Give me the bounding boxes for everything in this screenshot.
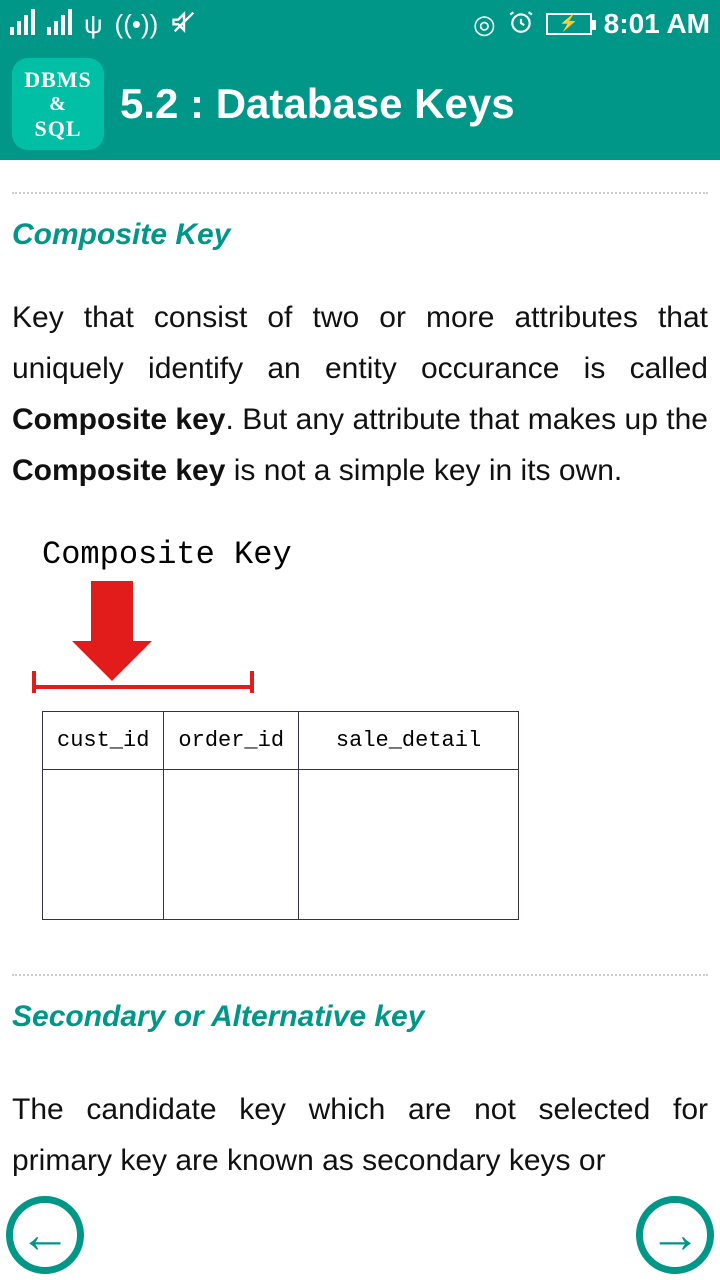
usb-icon: ψ bbox=[84, 11, 103, 37]
arrow-down-icon bbox=[2, 581, 222, 681]
signal-1-icon bbox=[10, 9, 35, 39]
composite-key-table: cust_id order_id sale_detail bbox=[42, 711, 519, 920]
figure-title: Composite Key bbox=[42, 536, 678, 573]
paragraph: The candidate key which are not selected… bbox=[12, 1084, 708, 1186]
divider bbox=[12, 192, 708, 194]
text-bold: Composite key bbox=[12, 454, 225, 487]
mute-icon bbox=[170, 8, 198, 40]
paragraph: Key that consist of two or more attribut… bbox=[12, 292, 708, 496]
section-heading-composite: Composite Key bbox=[12, 218, 708, 252]
app-icon-text: SQL bbox=[34, 116, 81, 142]
battery-icon: ⚡ bbox=[546, 13, 592, 35]
clock: 8:01 AM bbox=[604, 8, 710, 40]
prev-button[interactable]: ← bbox=[6, 1196, 84, 1274]
app-icon-text: DBMS bbox=[24, 67, 92, 93]
content[interactable]: Composite Key Key that consist of two or… bbox=[0, 160, 720, 1280]
text: . But any attribute that makes up the bbox=[225, 403, 708, 436]
bracket-icon bbox=[32, 677, 254, 695]
divider bbox=[12, 974, 708, 976]
table-header: sale_detail bbox=[299, 712, 519, 770]
signal-2-icon bbox=[47, 9, 72, 39]
next-button[interactable]: → bbox=[636, 1196, 714, 1274]
alarm-icon bbox=[508, 9, 534, 39]
page-title: 5.2 : Database Keys bbox=[120, 80, 515, 128]
target-icon: ◎ bbox=[473, 11, 496, 37]
section-heading-secondary: Secondary or Alternative key bbox=[12, 1000, 708, 1034]
app-bar: DBMS & SQL 5.2 : Database Keys bbox=[0, 48, 720, 160]
table-header: order_id bbox=[164, 712, 299, 770]
app-icon[interactable]: DBMS & SQL bbox=[12, 58, 104, 150]
text-bold: Composite key bbox=[12, 403, 225, 436]
status-bar: ψ ((•)) ◎ ⚡ 8:01 AM bbox=[0, 0, 720, 48]
table-header: cust_id bbox=[43, 712, 164, 770]
text: Key that consist of two or more attribut… bbox=[12, 301, 708, 385]
app-icon-text: & bbox=[49, 93, 67, 116]
hotspot-icon: ((•)) bbox=[115, 11, 159, 37]
text: is not a simple key in its own. bbox=[225, 454, 622, 487]
figure-composite-key: Composite Key cust_id order_id sale_deta… bbox=[12, 526, 708, 950]
